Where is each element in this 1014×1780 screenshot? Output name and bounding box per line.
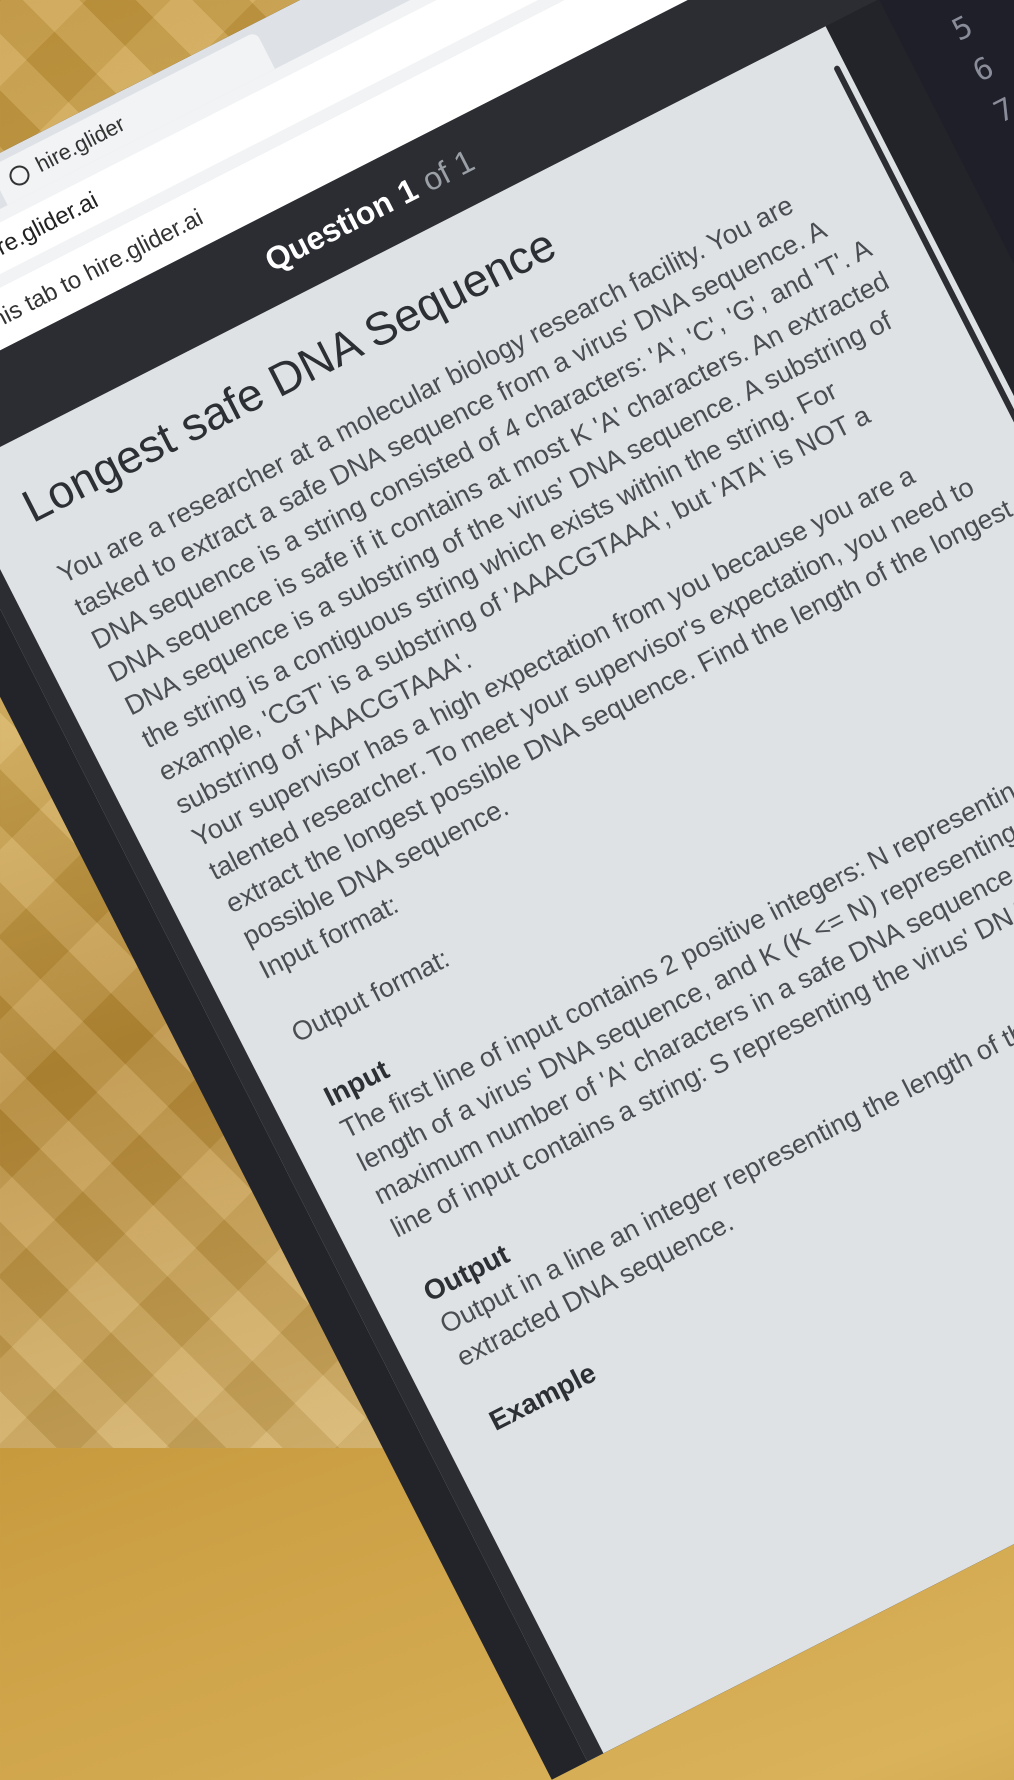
question-number: 1 [391, 170, 424, 211]
question-total: of 1 [415, 141, 480, 199]
laptop-screen: i hire.glider → C hire.glider.ai Sharing… [0, 0, 1014, 1780]
globe-icon [6, 162, 33, 189]
